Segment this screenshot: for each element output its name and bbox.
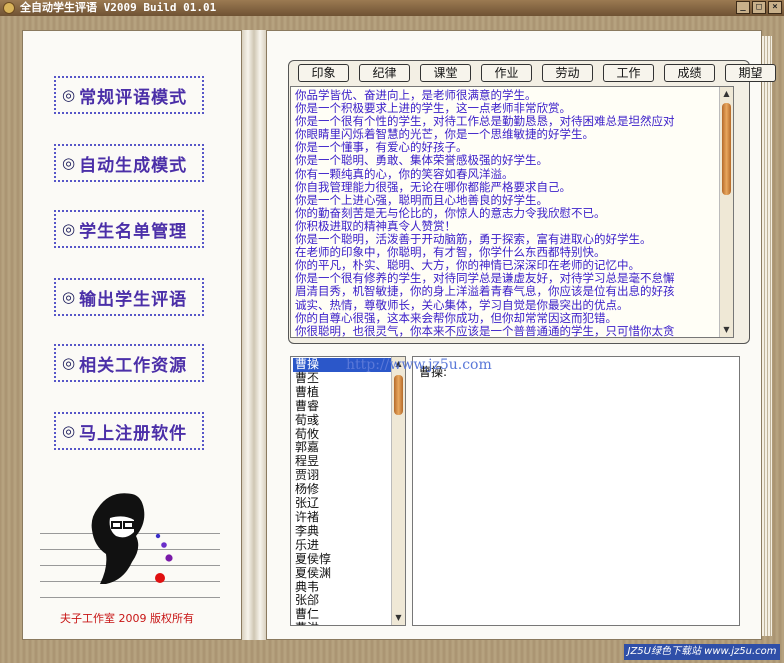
bullseye-icon: ◎ (62, 154, 76, 172)
tab-labor[interactable]: 劳动 (542, 64, 593, 82)
phrase-item[interactable]: 你是一个很有修养的学生，对待同学总是谦虚友好，对待学习总是毫不怠懈 (295, 272, 721, 285)
tab-classroom[interactable]: 课堂 (420, 64, 471, 82)
student-item[interactable]: 许褚 (293, 510, 391, 525)
bullseye-icon: ◎ (62, 354, 76, 372)
title-bar: 全自动学生评语 V2009 Build 01.01 _ □ × (0, 0, 784, 16)
phrase-item[interactable]: 你积极进取的精神真令人赞赏！ (295, 220, 721, 233)
category-tabs: 印象 纪律 课堂 作业 劳动 工作 成绩 期望 (298, 64, 776, 82)
phrase-item[interactable]: 眉清目秀，机智敏捷，你的身上洋溢着青春气息，你应该是位有出息的好孩 (295, 285, 721, 298)
window-controls: _ □ × (736, 1, 782, 14)
menu-label: 相关工作资源 (79, 355, 188, 376)
bullseye-icon: ◎ (62, 422, 76, 440)
menu-regular-comment-mode[interactable]: ◎ 常规评语模式 (54, 76, 204, 114)
bullseye-icon: ◎ (62, 86, 76, 104)
tab-discipline[interactable]: 纪律 (359, 64, 410, 82)
menu-register-software[interactable]: ◎ 马上注册软件 (54, 412, 204, 450)
student-item[interactable]: 典韦 (293, 580, 391, 595)
window-title: 全自动学生评语 V2009 Build 01.01 (20, 1, 217, 14)
phrase-scrollbar[interactable]: ▲ ▼ (719, 87, 733, 337)
student-item[interactable]: 曹植 (293, 385, 391, 400)
phrase-item[interactable]: 你是一个聪明，活泼善于开动脑筋，勇于探索，富有进取心的好学生。 (295, 233, 721, 246)
tab-impression[interactable]: 印象 (298, 64, 349, 82)
menu-output-comments[interactable]: ◎ 输出学生评语 (54, 278, 204, 316)
scroll-up-icon[interactable]: ▲ (721, 88, 732, 100)
student-scrollbar[interactable]: ▲ ▼ (391, 357, 405, 625)
phrase-item[interactable]: 你的平凡，朴实、聪明、大方，你的神情已深深印在老师的记忆中。 (295, 259, 721, 272)
menu-label: 自动生成模式 (79, 155, 188, 176)
corner-watermark: JZ5U绿色下载站 www.jz5u.com (624, 644, 780, 660)
student-item[interactable]: 程昱 (293, 454, 391, 469)
phrase-item[interactable]: 你是一个积极要求上进的学生，这一点老师非常欣赏。 (295, 102, 721, 115)
phrase-item[interactable]: 你是一个很有个性的学生，对待工作总是勤勤恳恳，对待困难总是坦然应对 (295, 115, 721, 128)
tab-grades[interactable]: 成绩 (664, 64, 715, 82)
phrase-item[interactable]: 你自我管理能力很强，无论在哪你都能严格要求自己。 (295, 181, 721, 194)
page-stack (762, 36, 772, 636)
phrase-list-box[interactable]: 你品学皆优、奋进向上，是老师很满意的学生。 你是一个积极要求上进的学生，这一点老… (290, 86, 734, 338)
phrase-item[interactable]: 你是一个上进心强，聪明而且心地善良的好学生。 (295, 194, 721, 207)
student-item[interactable]: 夏侯渊 (293, 566, 391, 581)
maximize-button[interactable]: □ (752, 1, 766, 14)
book-spine-right (254, 30, 266, 640)
phrase-item[interactable]: 你有一颗纯真的心，你的笑容如春风洋溢。 (295, 168, 721, 181)
menu-auto-generate-mode[interactable]: ◎ 自动生成模式 (54, 144, 204, 182)
scroll-down-icon[interactable]: ▼ (721, 324, 732, 336)
menu-label: 常规评语模式 (79, 87, 188, 108)
student-list-box[interactable]: 曹操 曹丕 曹植 曹睿 荀彧 荀攸 郭嘉 程昱 贾诩 杨修 张辽 许褚 李典 乐… (290, 356, 406, 626)
portrait-logo (91, 493, 173, 584)
menu-work-resources[interactable]: ◎ 相关工作资源 (54, 344, 204, 382)
phrase-item[interactable]: 你品学皆优、奋进向上，是老师很满意的学生。 (295, 89, 721, 102)
comment-editor[interactable]: 曹操: (412, 356, 740, 626)
student-item[interactable]: 张辽 (293, 496, 391, 511)
tab-homework[interactable]: 作业 (481, 64, 532, 82)
bullseye-icon: ◎ (62, 220, 76, 238)
student-item[interactable]: 杨修 (293, 482, 391, 497)
student-item[interactable]: 曹睿 (293, 399, 391, 414)
phrase-item[interactable]: 你眼睛里闪烁着智慧的光芒，你是一个思维敏捷的好学生。 (295, 128, 721, 141)
staff-line (40, 597, 220, 598)
tab-work[interactable]: 工作 (603, 64, 654, 82)
menu-label: 学生名单管理 (79, 221, 188, 242)
phrase-item[interactable]: 你很聪明，也很灵气，你本来不应该是一个普普通通的学生，只可惜你太贪 (295, 325, 721, 337)
book-spine-left (242, 30, 254, 640)
bullseye-icon: ◎ (62, 288, 76, 306)
student-item[interactable]: 荀攸 (293, 427, 391, 442)
phrase-item[interactable]: 你的勤奋刻苦是无与伦比的，你惊人的意志力令我欣慰不已。 (295, 207, 721, 220)
phrase-item[interactable]: 你是一个聪明、勇敢、集体荣誉感极强的好学生。 (295, 154, 721, 167)
scroll-down-icon[interactable]: ▼ (393, 612, 404, 624)
menu-student-list[interactable]: ◎ 学生名单管理 (54, 210, 204, 248)
student-item[interactable]: 曹洪 (293, 621, 391, 625)
app-icon (3, 2, 15, 14)
student-item[interactable]: 夏侯惇 (293, 552, 391, 567)
close-button[interactable]: × (768, 1, 782, 14)
student-item[interactable]: 张郃 (293, 594, 391, 608)
menu-label: 马上注册软件 (79, 423, 188, 444)
url-watermark: http://www.jz5u.com (346, 357, 492, 373)
copyright-text: 夫子工作室 2009 版权所有 (60, 612, 194, 625)
student-item[interactable]: 荀彧 (293, 413, 391, 428)
phrase-item[interactable]: 诚实、热情，尊敬师长，关心集体，学习自觉是你最突出的优点。 (295, 299, 721, 312)
scroll-thumb[interactable] (722, 103, 731, 195)
student-item[interactable]: 曹丕 (293, 371, 391, 386)
phrase-item[interactable]: 在老师的印象中，你聪明，有才智，你学什么东西都特别快。 (295, 246, 721, 259)
student-item[interactable]: 曹仁 (293, 607, 391, 622)
student-item[interactable]: 李典 (293, 524, 391, 539)
tab-expectation[interactable]: 期望 (725, 64, 776, 82)
phrase-item[interactable]: 你是一个懂事，有爱心的好孩子。 (295, 141, 721, 154)
phrase-item[interactable]: 你的自尊心很强，这本来会帮你成功，但你却常常因这而犯错。 (295, 312, 721, 325)
student-item[interactable]: 乐进 (293, 538, 391, 553)
menu-label: 输出学生评语 (79, 289, 188, 310)
scroll-thumb[interactable] (394, 375, 403, 415)
minimize-button[interactable]: _ (736, 1, 750, 14)
